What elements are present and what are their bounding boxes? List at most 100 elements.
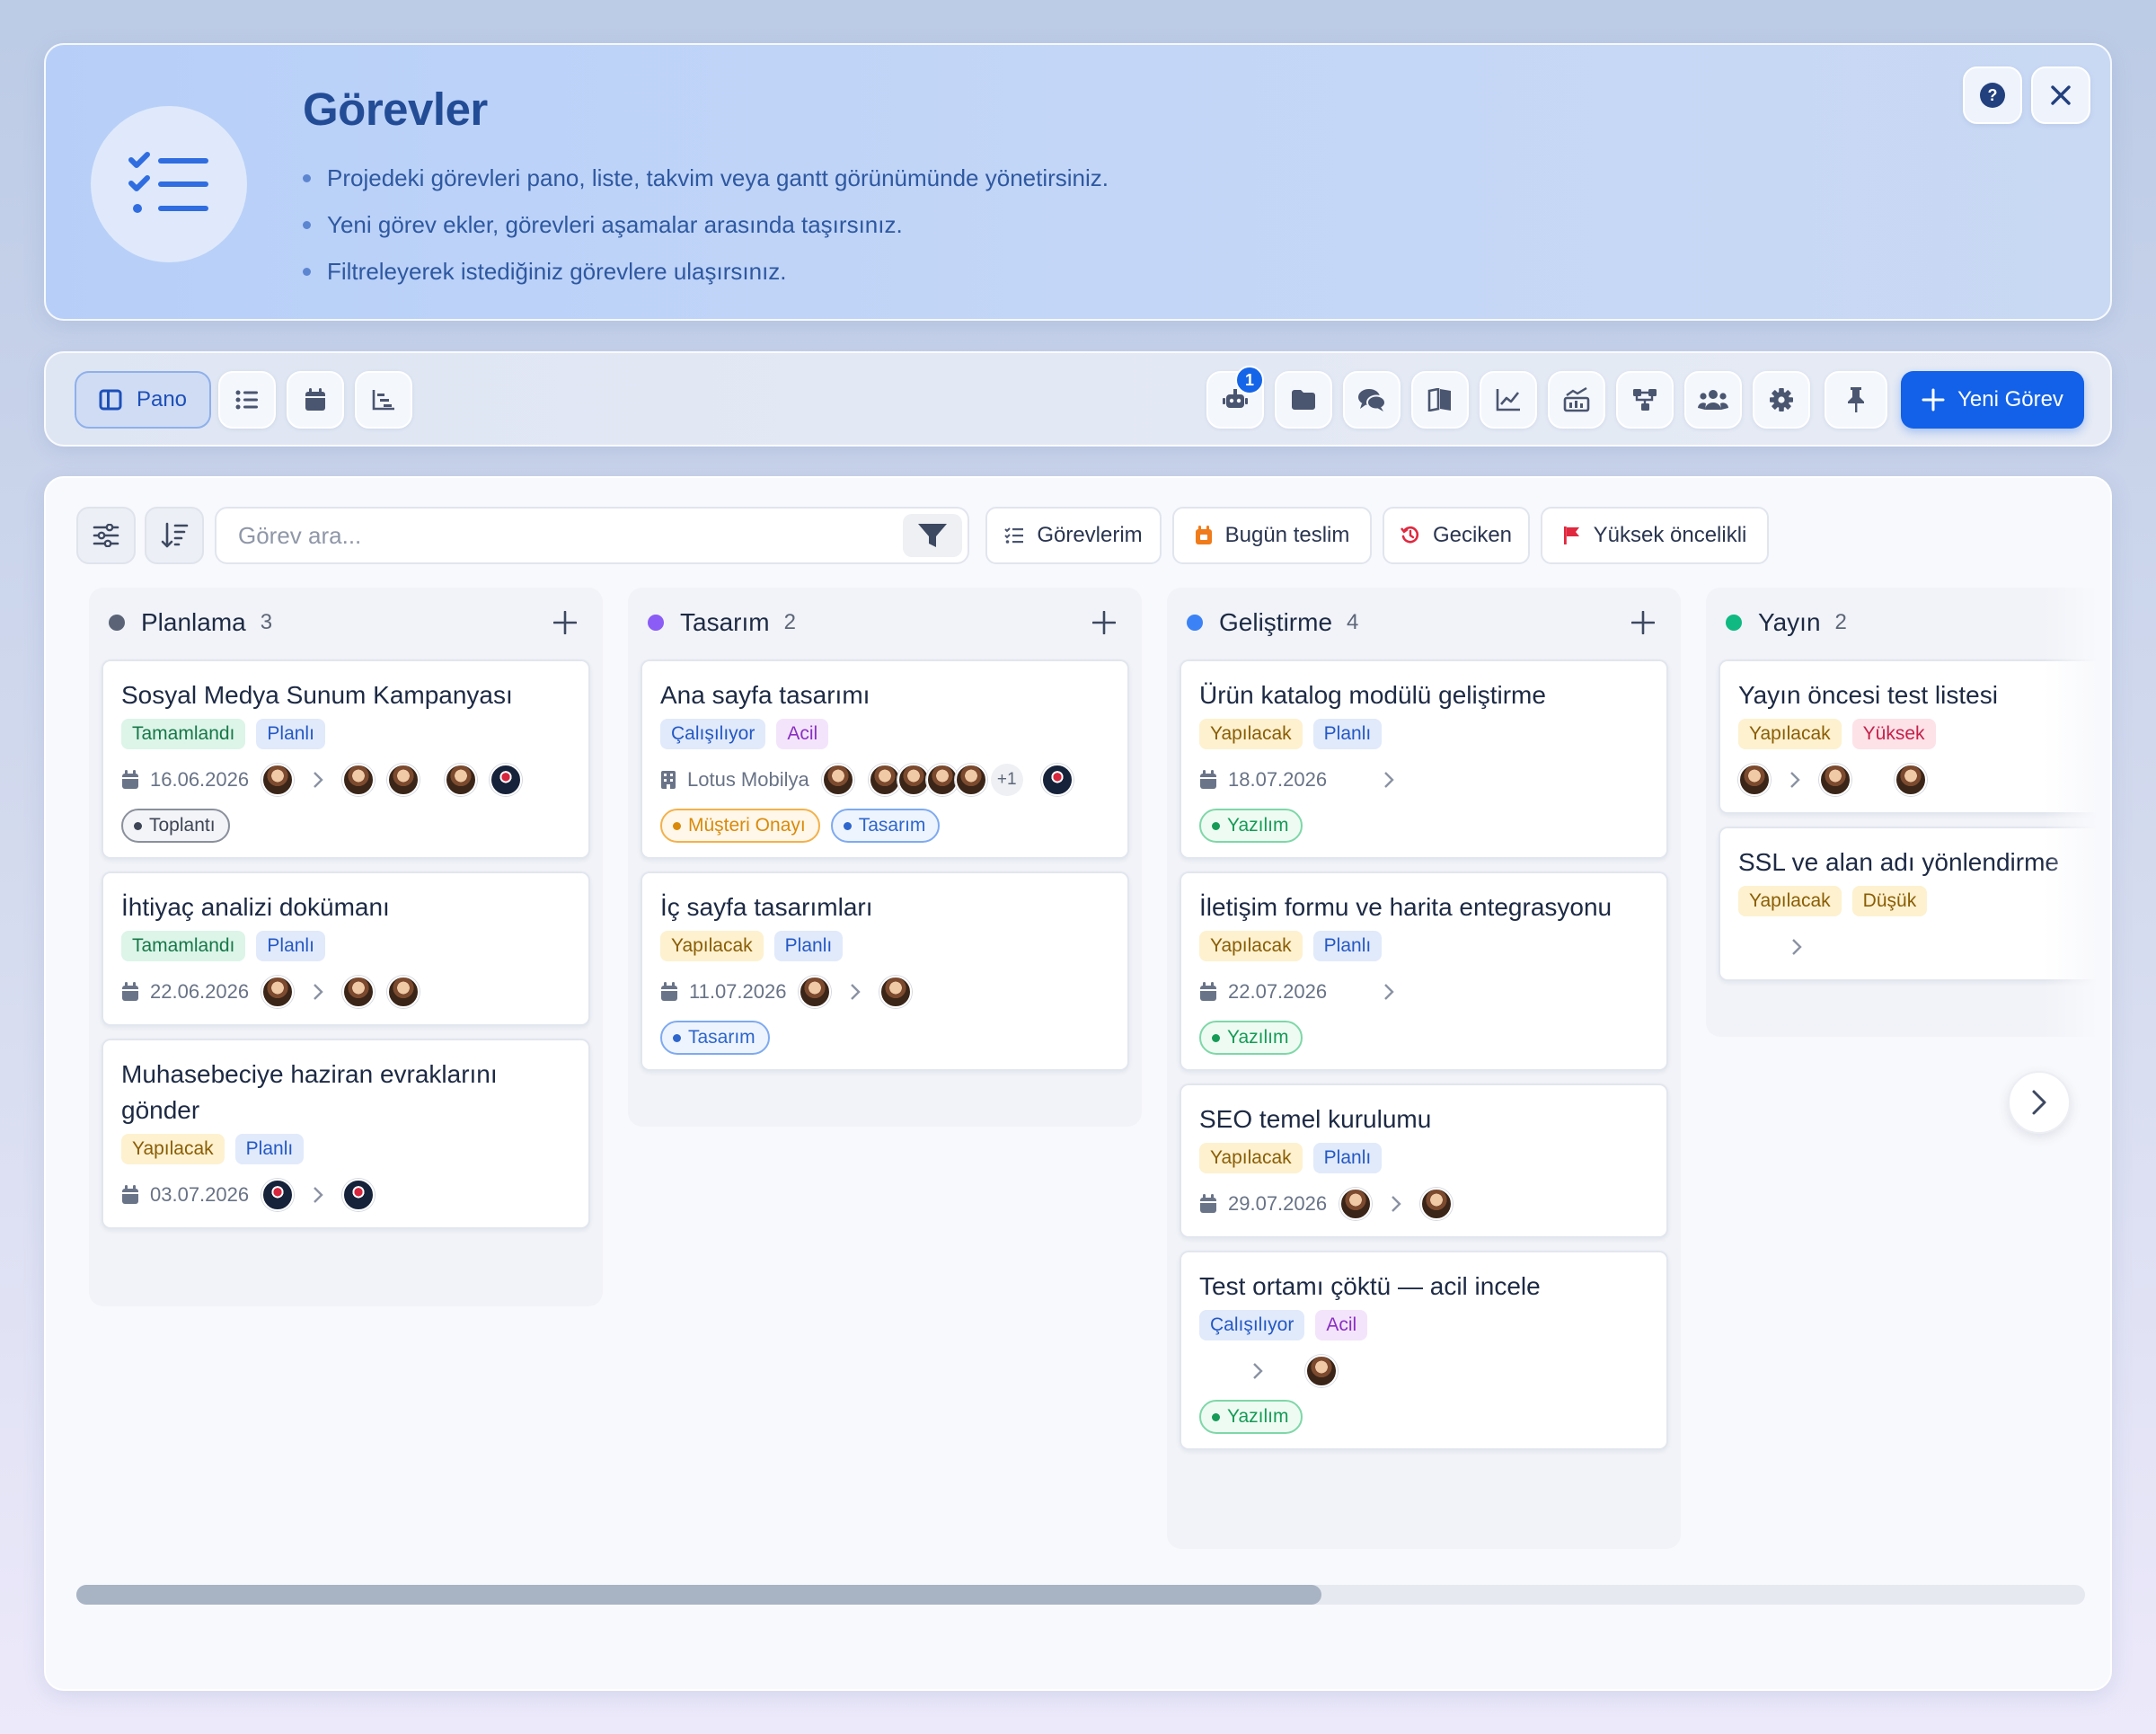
filter-my-tasks[interactable]: Görevlerim xyxy=(985,507,1162,564)
avatar[interactable] xyxy=(897,764,930,796)
avatar[interactable] xyxy=(1895,764,1927,796)
task-card[interactable]: Test ortamı çöktü — acil incele Çalışılı… xyxy=(1180,1251,1668,1450)
task-card[interactable]: İç sayfa tasarımları Yapılacak Planlı 11… xyxy=(641,871,1129,1071)
new-task-button[interactable]: Yeni Görev xyxy=(1901,371,2084,429)
comments-button[interactable] xyxy=(1343,371,1401,429)
label-chip: Müşteri Onayı xyxy=(660,809,820,843)
scrollbar-thumb[interactable] xyxy=(76,1585,1321,1605)
filter-high-priority[interactable]: Yüksek öncelikli xyxy=(1541,507,1769,564)
sliders-icon xyxy=(93,524,119,547)
task-card[interactable]: Muhasebeciye haziran evraklarını gönder … xyxy=(102,1039,590,1229)
pin-button[interactable] xyxy=(1825,371,1887,429)
task-card[interactable]: İletişim formu ve harita entegrasyonu Ya… xyxy=(1180,871,1668,1071)
column-color-dot xyxy=(109,615,125,631)
close-button[interactable] xyxy=(2031,66,2090,124)
list-icon xyxy=(235,390,258,410)
due-date: 29.07.2026 xyxy=(1228,1192,1328,1215)
building-icon xyxy=(660,770,676,790)
task-title: İletişim formu ve harita entegrasyonu xyxy=(1199,893,1613,921)
more-assignees-count[interactable]: +1 xyxy=(990,764,1023,796)
search-input[interactable] xyxy=(216,521,863,550)
chevron-right-icon xyxy=(1375,771,1402,789)
chevron-right-icon xyxy=(1375,983,1402,1001)
filter-overdue[interactable]: Geciken xyxy=(1383,507,1530,564)
chevron-right-icon xyxy=(842,983,869,1001)
filter-due-today[interactable]: Bugün teslim xyxy=(1172,507,1372,564)
priority-tag: Acil xyxy=(1315,1310,1368,1340)
label-chip: Toplantı xyxy=(121,809,230,843)
view-gantt-button[interactable] xyxy=(355,371,412,429)
avatar[interactable] xyxy=(342,976,376,1008)
wiki-button[interactable] xyxy=(1411,371,1469,429)
avatar[interactable] xyxy=(868,764,901,796)
column-gelistirme: Geliştirme 4 Ürün katalog modülü gelişti… xyxy=(1167,588,1681,1549)
avatar[interactable] xyxy=(925,764,959,796)
avatar[interactable] xyxy=(261,1179,295,1211)
task-search[interactable] xyxy=(215,507,969,564)
task-card[interactable]: Ana sayfa tasarımı Çalışılıyor Acil Lotu… xyxy=(641,659,1129,859)
sort-button[interactable] xyxy=(145,507,204,564)
task-title: Ana sayfa tasarımı xyxy=(660,681,870,709)
settings-button[interactable] xyxy=(1753,371,1810,429)
avatar[interactable] xyxy=(1420,1188,1454,1220)
avatar[interactable] xyxy=(1339,1188,1373,1220)
chevron-right-icon xyxy=(2032,1090,2046,1115)
workflow-button[interactable] xyxy=(1616,371,1674,429)
files-button[interactable] xyxy=(1275,371,1332,429)
avatar[interactable] xyxy=(387,764,420,796)
header-bullet: Projedeki görevleri pano, liste, takvim … xyxy=(303,155,1109,201)
scroll-right-button[interactable] xyxy=(2008,1071,2071,1134)
add-task-plus-icon[interactable] xyxy=(1088,606,1120,639)
avatar[interactable] xyxy=(799,976,832,1008)
automation-button[interactable]: 1 xyxy=(1206,366,1264,429)
reports-button[interactable] xyxy=(1548,371,1605,429)
task-card[interactable]: Ürün katalog modülü geliştirme Yapılacak… xyxy=(1180,659,1668,859)
add-task-plus-icon[interactable] xyxy=(549,606,581,639)
filter-funnel-button[interactable] xyxy=(903,514,962,557)
avatar[interactable] xyxy=(261,976,295,1008)
view-list-button[interactable] xyxy=(218,371,276,429)
view-board-button[interactable]: Pano xyxy=(75,371,211,429)
view-toolbar: Pano 1 Yeni Görev xyxy=(44,351,2112,447)
filter-settings-button[interactable] xyxy=(76,507,136,564)
new-task-label: Yeni Görev xyxy=(1957,387,2063,411)
pin-icon xyxy=(1848,387,1864,412)
avatar[interactable] xyxy=(387,976,420,1008)
avatar[interactable] xyxy=(1738,764,1771,796)
task-card[interactable]: Sosyal Medya Sunum Kampanyası Tamamlandı… xyxy=(102,659,590,859)
avatar[interactable] xyxy=(342,764,376,796)
book-icon xyxy=(1427,388,1451,411)
status-tag: Yapılacak xyxy=(121,1134,225,1164)
plus-icon xyxy=(1922,388,1945,411)
avatar[interactable] xyxy=(821,764,854,796)
add-task-plus-icon[interactable] xyxy=(1627,606,1659,639)
horizontal-scrollbar[interactable] xyxy=(76,1585,2085,1605)
gantt-icon xyxy=(372,390,394,411)
line-chart-icon xyxy=(1496,389,1520,411)
avatar[interactable] xyxy=(261,764,295,796)
members-button[interactable] xyxy=(1684,371,1742,429)
task-card[interactable]: Yayın öncesi test listesi Yapılacak Yüks… xyxy=(1719,659,2098,814)
avatar[interactable] xyxy=(342,1179,376,1211)
tasks-checklist-icon xyxy=(91,106,247,262)
calendar-icon xyxy=(1199,770,1217,790)
avatar[interactable] xyxy=(1819,764,1851,796)
status-tag: Yapılacak xyxy=(660,931,764,961)
analytics-button[interactable] xyxy=(1480,371,1537,429)
avatar[interactable] xyxy=(879,976,913,1008)
priority-tag: Planlı xyxy=(1312,719,1383,749)
view-calendar-button[interactable] xyxy=(287,371,344,429)
avatar[interactable] xyxy=(1040,764,1074,796)
column-tasarim: Tasarım 2 Ana sayfa tasarımı Çalışılıyor… xyxy=(628,588,1142,1127)
help-icon: ? xyxy=(1980,83,2005,108)
status-tag: Yapılacak xyxy=(1738,886,1842,916)
column-color-dot xyxy=(1726,615,1742,631)
avatar[interactable] xyxy=(1305,1355,1338,1387)
task-card[interactable]: SSL ve alan adı yönlendirme Yapılacak Dü… xyxy=(1719,827,2098,981)
task-card[interactable]: İhtiyaç analizi dokümanı Tamamlandı Plan… xyxy=(102,871,590,1026)
task-card[interactable]: SEO temel kurulumu Yapılacak Planlı 29.0… xyxy=(1180,1084,1668,1238)
avatar[interactable] xyxy=(445,764,478,796)
help-button[interactable]: ? xyxy=(1963,66,2022,124)
avatar[interactable] xyxy=(954,764,987,796)
avatar[interactable] xyxy=(490,764,523,796)
